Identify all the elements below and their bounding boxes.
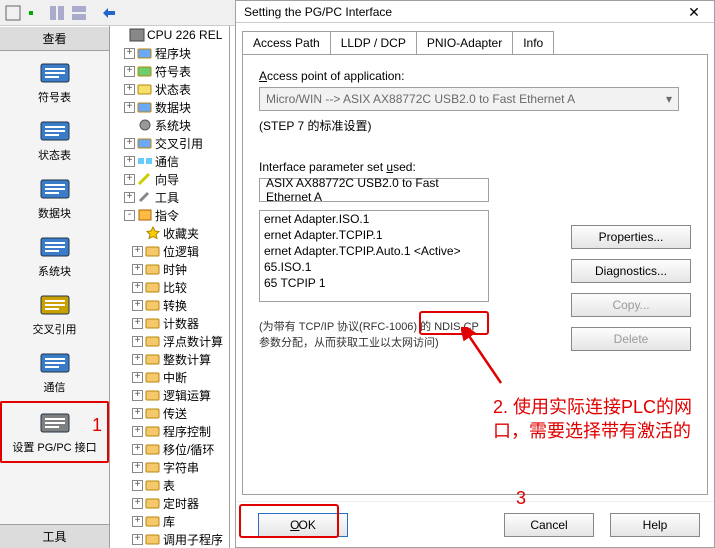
annotation-arrow-icon xyxy=(461,327,505,387)
tree-item[interactable]: +逻辑运算 xyxy=(110,386,229,404)
properties-button[interactable]: Properties... xyxy=(571,225,691,249)
interface-label: Interface parameter set used: xyxy=(259,160,691,174)
interface-combo[interactable]: ASIX AX88772C USB2.0 to Fast Ethernet A xyxy=(259,178,489,202)
cancel-button[interactable]: Cancel xyxy=(504,513,594,537)
tree-item[interactable]: +数据块 xyxy=(110,98,229,116)
left-nav-header: 查看 xyxy=(0,26,109,51)
tree-item[interactable]: +调用子程序 xyxy=(110,530,229,548)
annotation-2: 2. 使用实际连接PLC的网口，需要选择带有激活的 xyxy=(493,395,703,444)
tab-pnio[interactable]: PNIO-Adapter xyxy=(416,31,513,54)
tree-item[interactable]: +表 xyxy=(110,476,229,494)
nav-communication[interactable]: 通信 xyxy=(0,343,109,401)
nav-symbol-table[interactable]: 符号表 xyxy=(0,53,109,111)
list-item[interactable]: 65 TCPIP 1 xyxy=(260,275,488,291)
copy-button: Copy... xyxy=(571,293,691,317)
tree-item[interactable]: +位逻辑 xyxy=(110,242,229,260)
access-point-label: Access point of application: xyxy=(259,69,691,83)
diagnostics-button[interactable]: Diagnostics... xyxy=(571,259,691,283)
tree-item[interactable]: +符号表 xyxy=(110,62,229,80)
list-item[interactable]: 65.ISO.1 xyxy=(260,259,488,275)
project-tree[interactable]: CPU 226 REL+程序块+符号表+状态表+数据块系统块+交叉引用+通信+向… xyxy=(110,26,230,548)
active-tag: <Active> xyxy=(414,244,461,258)
dialog-bottom-bar: 3 OOK Cancel Help xyxy=(236,501,714,547)
left-nav-footer: 工具 xyxy=(0,524,109,548)
standard-note: (STEP 7 的标准设置) xyxy=(259,117,691,134)
tree-item[interactable]: +传送 xyxy=(110,404,229,422)
tree-item[interactable]: +转换 xyxy=(110,296,229,314)
delete-button: Delete xyxy=(571,327,691,351)
left-nav-panel: 查看 符号表状态表数据块系统块交叉引用通信设置 PG/PC 接口 工具 xyxy=(0,26,110,548)
tree-item[interactable]: +浮点数计算 xyxy=(110,332,229,350)
toolbar-icon[interactable] xyxy=(68,2,90,24)
tree-item[interactable]: +定时器 xyxy=(110,494,229,512)
tab-info[interactable]: Info xyxy=(512,31,554,54)
toolbar-icon[interactable] xyxy=(46,2,68,24)
tree-item[interactable]: +交叉引用 xyxy=(110,134,229,152)
tree-item[interactable]: +库 xyxy=(110,512,229,530)
tree-item[interactable]: +程序块 xyxy=(110,44,229,62)
tree-item[interactable]: +时钟 xyxy=(110,260,229,278)
toolbar-icon[interactable] xyxy=(24,2,46,24)
tree-item[interactable]: +通信 xyxy=(110,152,229,170)
nav-status-table[interactable]: 状态表 xyxy=(0,111,109,169)
tree-item[interactable]: +比较 xyxy=(110,278,229,296)
list-item[interactable]: ernet Adapter.TCPIP.Auto.1 <Active> xyxy=(260,243,488,259)
interface-value: ASIX AX88772C USB2.0 to Fast Ethernet A xyxy=(266,176,482,204)
toolbar-icon[interactable] xyxy=(98,2,120,24)
list-item[interactable]: ernet Adapter.ISO.1 xyxy=(260,211,488,227)
tab-access-path[interactable]: Access Path xyxy=(242,31,331,54)
interface-listbox[interactable]: ernet Adapter.ISO.1ernet Adapter.TCPIP.1… xyxy=(259,210,489,302)
tree-item[interactable]: +中断 xyxy=(110,368,229,386)
tree-item[interactable]: +工具 xyxy=(110,188,229,206)
nav-system-block[interactable]: 系统块 xyxy=(0,227,109,285)
nav-data-block[interactable]: 数据块 xyxy=(0,169,109,227)
tree-item[interactable]: +字符串 xyxy=(110,458,229,476)
dialog-title: Setting the PG/PC Interface xyxy=(236,1,714,23)
tree-item[interactable]: -指令 xyxy=(110,206,229,224)
tree-item[interactable]: +程序控制 xyxy=(110,422,229,440)
tree-item[interactable]: 收藏夹 xyxy=(110,224,229,242)
tree-item[interactable]: +整数计算 xyxy=(110,350,229,368)
interface-note: (为带有 TCP/IP 协议(RFC-1006) 的 NDIS CP 参数分配，… xyxy=(259,318,489,350)
dialog-body: Access point of application: Micro/WIN -… xyxy=(242,54,708,495)
chevron-down-icon: ▾ xyxy=(666,92,672,106)
nav-cross-ref[interactable]: 交叉引用 xyxy=(0,285,109,343)
list-item[interactable]: ernet Adapter.TCPIP.1 xyxy=(260,227,488,243)
access-point-combo[interactable]: Micro/WIN --> ASIX AX88772C USB2.0 to Fa… xyxy=(259,87,679,111)
annotation-1: 1 xyxy=(92,415,102,436)
tree-item[interactable]: 系统块 xyxy=(110,116,229,134)
ok-button[interactable]: OOK xyxy=(258,513,348,537)
pgpc-dialog: Setting the PG/PC Interface ✕ Access Pat… xyxy=(235,0,715,548)
tree-item[interactable]: CPU 226 REL xyxy=(110,26,229,44)
tree-item[interactable]: +向导 xyxy=(110,170,229,188)
toolbar-icon[interactable] xyxy=(2,2,24,24)
tree-item[interactable]: +状态表 xyxy=(110,80,229,98)
access-point-value: Micro/WIN --> ASIX AX88772C USB2.0 to Fa… xyxy=(266,92,575,106)
tree-item[interactable]: +计数器 xyxy=(110,314,229,332)
help-button[interactable]: Help xyxy=(610,513,700,537)
close-icon[interactable]: ✕ xyxy=(678,3,710,21)
tree-item[interactable]: +移位/循环 xyxy=(110,440,229,458)
annotation-3: 3 xyxy=(516,488,526,509)
tab-lldp[interactable]: LLDP / DCP xyxy=(330,31,417,54)
dialog-tabs: Access Path LLDP / DCP PNIO-Adapter Info xyxy=(236,23,714,54)
